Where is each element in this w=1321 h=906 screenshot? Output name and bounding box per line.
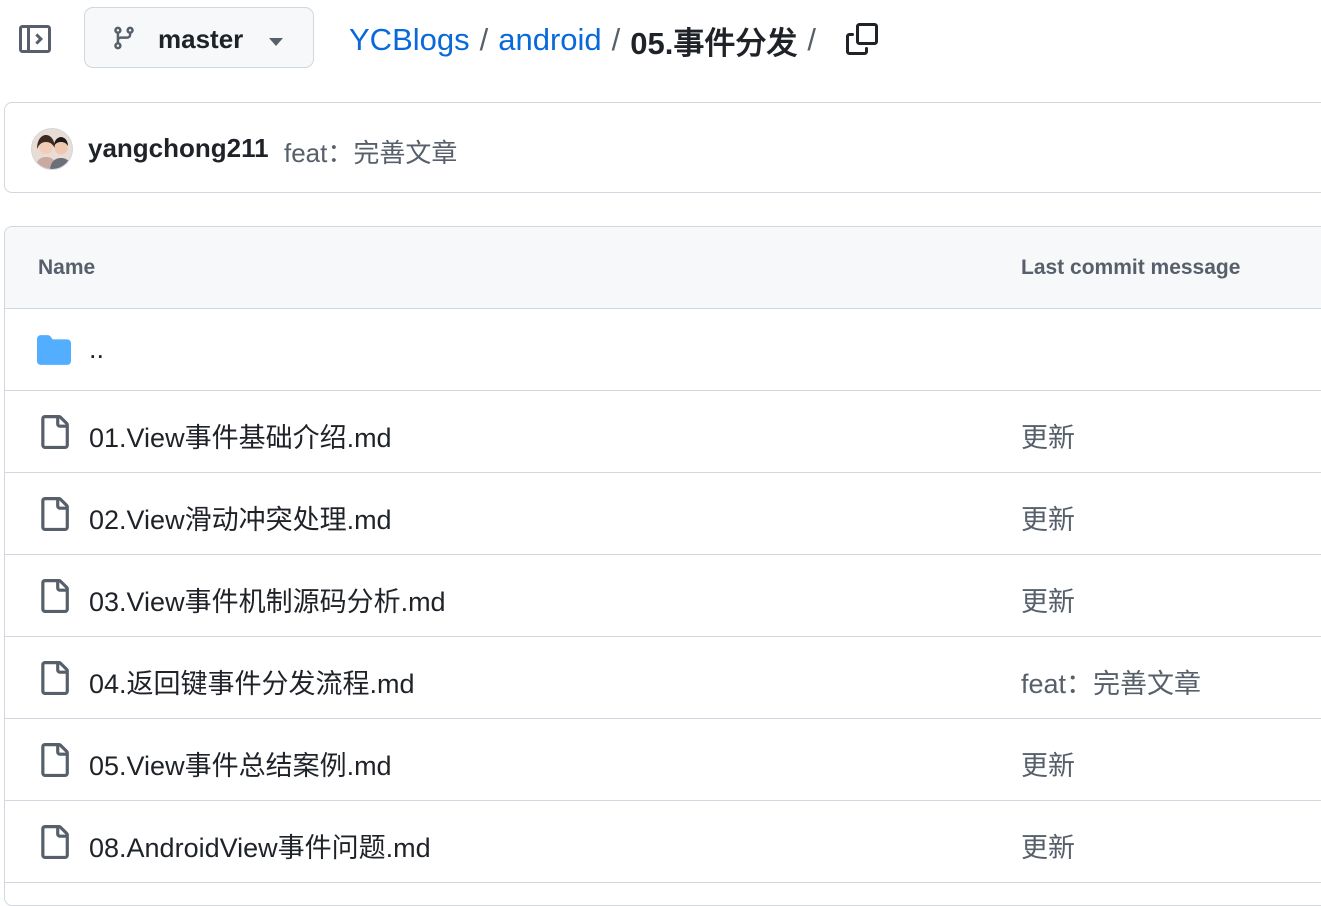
avatar[interactable] <box>31 128 73 170</box>
file-name-link[interactable]: 01.View事件基础介绍.md <box>89 416 392 455</box>
git-branch-icon <box>111 25 137 56</box>
top-bar: master YCBlogs / android / 05.事件分发 / <box>0 0 1321 80</box>
file-icon <box>37 497 71 531</box>
commit-message-link[interactable]: 更新 <box>1021 416 1075 455</box>
commit-message-link[interactable]: 更新 <box>1021 744 1075 783</box>
branch-name: master <box>158 24 244 54</box>
table-header: Name Last commit message <box>5 227 1321 309</box>
breadcrumb-repo-link[interactable]: YCBlogs <box>349 22 470 58</box>
file-name-link[interactable]: 03.View事件机制源码分析.md <box>89 580 446 619</box>
column-header-last-commit-message: Last commit message <box>1021 256 1241 279</box>
breadcrumb-folder-link[interactable]: android <box>498 22 601 58</box>
commit-message-link[interactable]: 更新 <box>1021 498 1075 537</box>
file-icon <box>37 743 71 777</box>
file-icon <box>37 661 71 695</box>
copy-icon[interactable] <box>843 20 881 58</box>
commit-author[interactable]: yangchong211 <box>88 133 269 164</box>
file-name-link[interactable]: 02.View滑动冲突处理.md <box>89 498 392 537</box>
breadcrumb-separator: / <box>611 22 621 57</box>
file-name-link[interactable]: 05.View事件总结案例.md <box>89 744 392 783</box>
breadcrumb-current: 05.事件分发 <box>630 25 798 61</box>
branch-selector-button[interactable]: master <box>84 7 314 68</box>
commit-message[interactable]: feat：完善文章 <box>284 133 457 170</box>
commit-message-link[interactable]: 更新 <box>1021 580 1075 619</box>
sidebar-expand-icon[interactable] <box>18 22 52 56</box>
table-row[interactable]: 05.View事件总结案例.md 更新 <box>5 719 1321 801</box>
file-icon <box>37 825 71 859</box>
file-name-link[interactable]: 04.返回键事件分发流程.md <box>89 662 415 701</box>
commit-message-link[interactable]: 更新 <box>1021 826 1075 865</box>
folder-icon <box>37 333 71 367</box>
files-table: Name Last commit message .. 01.View事件基础介… <box>4 226 1321 906</box>
parent-directory-link[interactable]: .. <box>89 334 104 365</box>
table-row[interactable]: 03.View事件机制源码分析.md 更新 <box>5 555 1321 637</box>
breadcrumb: YCBlogs / android / 05.事件分发 / <box>349 18 826 62</box>
latest-commit-box: yangchong211 feat：完善文章 <box>4 102 1321 193</box>
parent-directory-row[interactable]: .. <box>5 309 1321 391</box>
file-name-link[interactable]: 08.AndroidView事件问题.md <box>89 826 431 865</box>
table-row[interactable]: 01.View事件基础介绍.md 更新 <box>5 391 1321 473</box>
triangle-down-icon <box>268 34 284 52</box>
column-header-name: Name <box>38 256 96 279</box>
breadcrumb-separator: / <box>807 22 817 57</box>
table-row[interactable]: 02.View滑动冲突处理.md 更新 <box>5 473 1321 555</box>
file-icon <box>37 579 71 613</box>
table-row[interactable]: 08.AndroidView事件问题.md 更新 <box>5 801 1321 883</box>
table-row[interactable]: 04.返回键事件分发流程.md feat：完善文章 <box>5 637 1321 719</box>
commit-message-link[interactable]: feat：完善文章 <box>1021 662 1201 701</box>
breadcrumb-separator: / <box>479 22 489 57</box>
file-icon <box>37 415 71 449</box>
